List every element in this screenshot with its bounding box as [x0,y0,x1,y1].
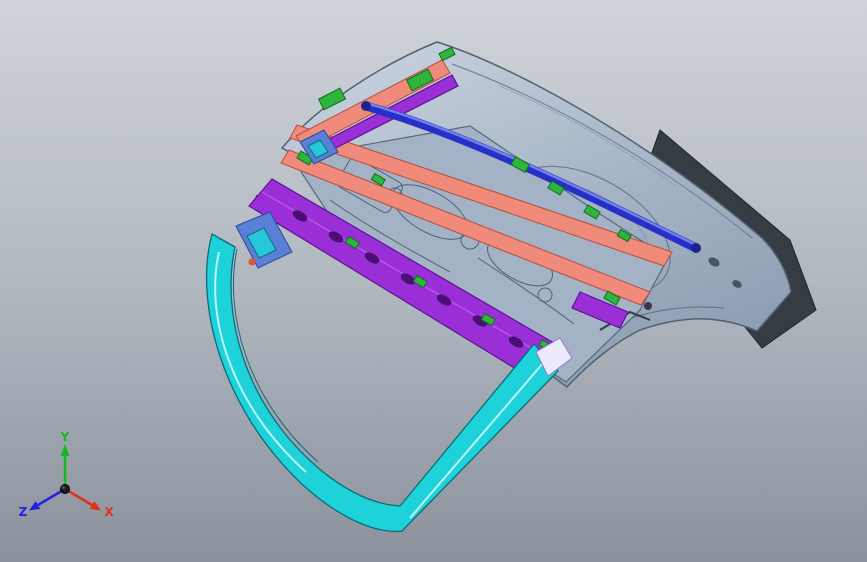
z-axis-label: Z [19,505,28,519]
cad-viewport[interactable]: Y X Z [0,0,867,562]
axis-origin-sphere [60,484,70,494]
hinge-pin [248,258,256,266]
x-axis-label: X [104,505,114,519]
y-axis-label: Y [60,430,70,444]
axis-triad[interactable]: Y X Z [19,430,115,519]
frame-highlight-right [409,361,545,519]
axis-origin-highlight [62,486,65,489]
y-axis-arrowhead [60,444,70,456]
trunk-lid-assembly [206,41,817,533]
model-canvas[interactable]: Y X Z [0,0,867,562]
